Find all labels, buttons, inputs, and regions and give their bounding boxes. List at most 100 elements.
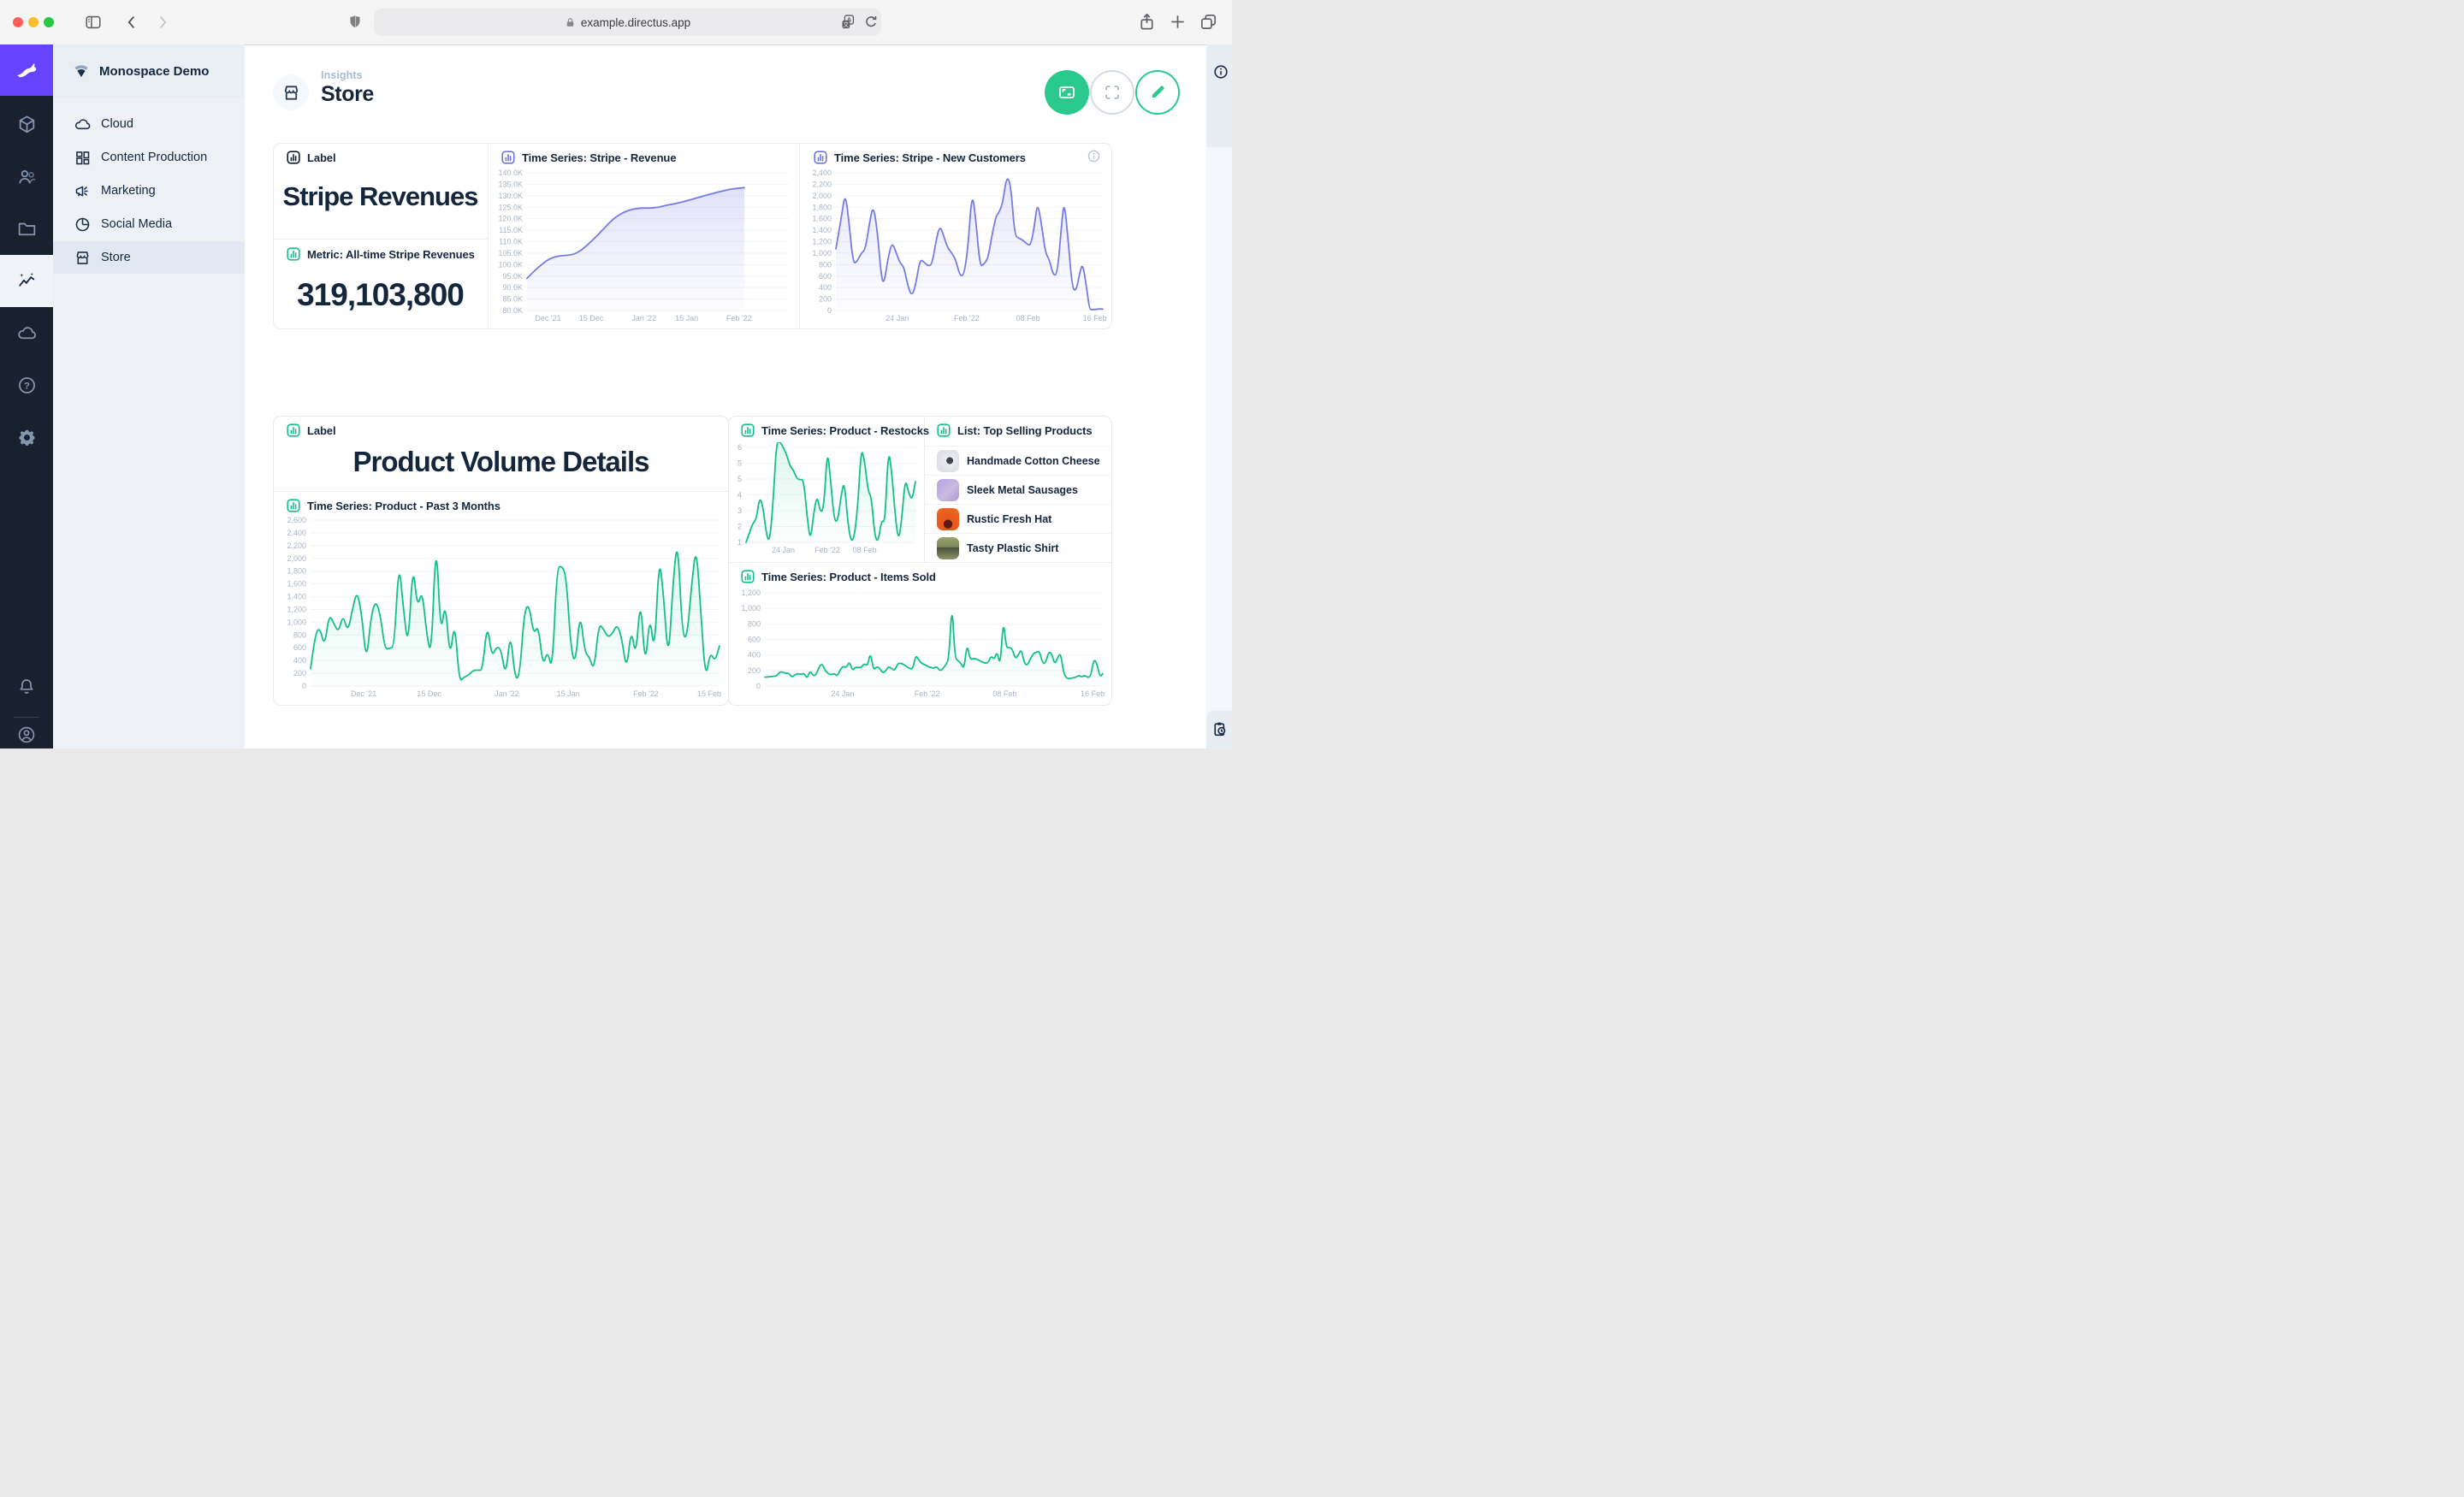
svg-text:24 Jan: 24 Jan bbox=[831, 689, 854, 698]
svg-text:200: 200 bbox=[748, 666, 761, 675]
activity-log-icon[interactable] bbox=[1211, 720, 1229, 738]
svg-text:600: 600 bbox=[748, 636, 761, 644]
project-switcher[interactable]: Monospace Demo bbox=[53, 44, 245, 98]
list-item[interactable]: Tasty Plastic Shirt bbox=[937, 536, 1105, 559]
panel-divider bbox=[274, 239, 488, 240]
translate-icon[interactable]: A文 bbox=[840, 14, 857, 31]
svg-text:6: 6 bbox=[737, 443, 742, 452]
insights-icon bbox=[16, 270, 38, 292]
svg-text:2,000: 2,000 bbox=[287, 554, 306, 563]
back-icon[interactable] bbox=[122, 13, 141, 32]
metric-value: 319,103,800 bbox=[273, 270, 488, 320]
list-item[interactable]: Handmade Cotton Cheese bbox=[937, 449, 1105, 472]
bell-icon bbox=[16, 677, 37, 697]
module-files-button[interactable] bbox=[0, 203, 53, 255]
svg-text:16 Feb: 16 Feb bbox=[1081, 689, 1105, 698]
traffic-minimize-button[interactable] bbox=[28, 17, 38, 27]
svg-text:Dec '21: Dec '21 bbox=[535, 314, 560, 322]
browser-chrome: example.directus.app A文 bbox=[0, 0, 1232, 45]
panel-title: Label bbox=[307, 424, 335, 437]
panel-title: Time Series: Product - Restocks bbox=[761, 424, 929, 437]
svg-text:5: 5 bbox=[737, 459, 742, 468]
svg-text:1,400: 1,400 bbox=[287, 593, 306, 601]
cloud-icon bbox=[16, 322, 38, 344]
chart-stripe-new-customers[interactable]: 2,4002,2002,0001,8001,6001,4001,2001,000… bbox=[805, 168, 1106, 324]
chart-product-restocks[interactable]: 655432124 JanFeb '2208 Feb bbox=[734, 442, 919, 556]
chart-product-items-sold[interactable]: 1,2001,000800600400200024 JanFeb '2208 F… bbox=[734, 588, 1106, 700]
app-logo[interactable] bbox=[0, 44, 53, 96]
fullscreen-icon bbox=[1103, 83, 1122, 102]
panel-title: Time Series: Product - Past 3 Months bbox=[307, 500, 500, 512]
svg-text:100.0K: 100.0K bbox=[498, 260, 523, 269]
reload-icon[interactable] bbox=[862, 14, 880, 31]
svg-text:4: 4 bbox=[737, 491, 742, 500]
module-help-button[interactable]: ? bbox=[0, 359, 53, 411]
module-insights-button[interactable] bbox=[0, 255, 53, 307]
svg-text:2,400: 2,400 bbox=[287, 529, 306, 537]
panel-divider bbox=[729, 562, 1111, 563]
product-name: Sleek Metal Sausages bbox=[967, 484, 1078, 496]
svg-text:2,200: 2,200 bbox=[287, 541, 306, 550]
chart-stripe-revenue[interactable]: 140.0K135.0K130.0K125.0K120.0K115.0K110.… bbox=[493, 168, 792, 324]
svg-text:600: 600 bbox=[293, 643, 306, 652]
traffic-close-button[interactable] bbox=[13, 17, 23, 27]
sidebar-item-social-media[interactable]: Social Media bbox=[53, 208, 245, 240]
new-tab-icon[interactable] bbox=[1168, 12, 1188, 32]
list-divider bbox=[925, 475, 1111, 476]
traffic-zoom-button[interactable] bbox=[44, 17, 54, 27]
module-settings-button[interactable] bbox=[0, 411, 53, 464]
sidebar-item-store[interactable]: Store bbox=[53, 241, 245, 274]
svg-text:135.0K: 135.0K bbox=[498, 180, 523, 188]
module-users-button[interactable] bbox=[0, 151, 53, 203]
svg-text:15 Dec: 15 Dec bbox=[579, 314, 604, 322]
notifications-button[interactable] bbox=[0, 660, 53, 713]
svg-text:90.0K: 90.0K bbox=[502, 283, 523, 292]
list-item[interactable]: Rustic Fresh Hat bbox=[937, 507, 1105, 530]
svg-text:Feb '22: Feb '22 bbox=[633, 689, 659, 698]
svg-text:200: 200 bbox=[293, 669, 306, 677]
sidebar-item-cloud[interactable]: Cloud bbox=[53, 108, 245, 140]
svg-text:Feb '22: Feb '22 bbox=[726, 314, 752, 322]
panel-header-revenue: Time Series: Stripe - Revenue bbox=[501, 150, 676, 165]
product-thumbnail bbox=[937, 479, 959, 501]
edit-button[interactable] bbox=[1135, 70, 1180, 115]
forward-icon[interactable] bbox=[153, 13, 172, 32]
svg-text:2,000: 2,000 bbox=[812, 192, 832, 200]
svg-text:24 Jan: 24 Jan bbox=[886, 314, 909, 322]
user-avatar-button[interactable] bbox=[0, 720, 53, 748]
svg-text:24 Jan: 24 Jan bbox=[772, 546, 795, 554]
svg-text:110.0K: 110.0K bbox=[499, 238, 523, 246]
share-icon[interactable] bbox=[1137, 12, 1157, 32]
panel-header-new-customers: Time Series: Stripe - New Customers bbox=[814, 150, 1026, 165]
svg-text:5: 5 bbox=[737, 475, 742, 483]
list-item[interactable]: Sleek Metal Sausages bbox=[937, 478, 1105, 501]
svg-text:80.0K: 80.0K bbox=[502, 306, 523, 315]
panel-chart-icon bbox=[741, 570, 755, 583]
sidebar-item-content-production[interactable]: Content Production bbox=[53, 141, 245, 174]
svg-text:1,800: 1,800 bbox=[287, 567, 306, 576]
svg-text:Feb '22: Feb '22 bbox=[915, 689, 940, 698]
present-button[interactable] bbox=[1045, 70, 1089, 115]
module-content-button[interactable] bbox=[0, 98, 53, 151]
panel-title: Label bbox=[307, 151, 335, 164]
sidebar-item-marketing[interactable]: Marketing bbox=[53, 175, 245, 207]
present-icon bbox=[1057, 82, 1077, 103]
shield-icon[interactable] bbox=[346, 13, 364, 32]
tab-overview-icon[interactable] bbox=[1199, 12, 1218, 32]
chart-product-past-3-months[interactable]: 2,6002,4002,2002,0001,8001,6001,4001,200… bbox=[278, 515, 723, 700]
module-cloud-button[interactable] bbox=[0, 307, 53, 359]
info-sidebar-icon[interactable] bbox=[1212, 63, 1229, 80]
panel-info-icon[interactable] bbox=[1087, 149, 1101, 163]
svg-text:Dec '21: Dec '21 bbox=[351, 689, 376, 698]
project-logo-icon bbox=[72, 62, 91, 80]
svg-text:600: 600 bbox=[819, 272, 832, 281]
fullscreen-button[interactable] bbox=[1090, 70, 1134, 115]
breadcrumb[interactable]: Insights bbox=[321, 69, 363, 81]
panel-chart-icon bbox=[937, 423, 951, 437]
url-bar[interactable]: example.directus.app bbox=[374, 9, 881, 36]
storefront-icon bbox=[74, 249, 92, 267]
storefront-icon bbox=[281, 83, 301, 103]
svg-text:2: 2 bbox=[737, 523, 742, 531]
sidebar-toggle-icon[interactable] bbox=[84, 13, 103, 32]
panel-header-restocks: Time Series: Product - Restocks bbox=[741, 423, 929, 438]
